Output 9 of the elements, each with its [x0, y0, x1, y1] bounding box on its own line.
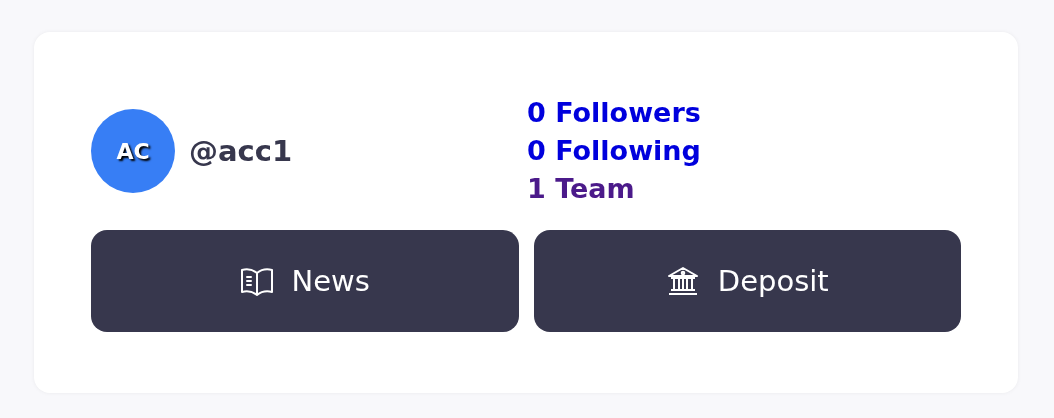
avatar: AC [91, 109, 175, 193]
stat-link[interactable]: 0 Following [527, 132, 701, 170]
stat-link[interactable]: 1 Team [527, 170, 701, 208]
bank-icon [665, 265, 700, 297]
stat-link[interactable]: 0 Followers [527, 94, 701, 132]
news-button[interactable]: News [91, 230, 519, 332]
deposit-button[interactable]: Deposit [533, 230, 961, 332]
username: @acc1 [189, 134, 293, 168]
book-icon [239, 265, 274, 297]
